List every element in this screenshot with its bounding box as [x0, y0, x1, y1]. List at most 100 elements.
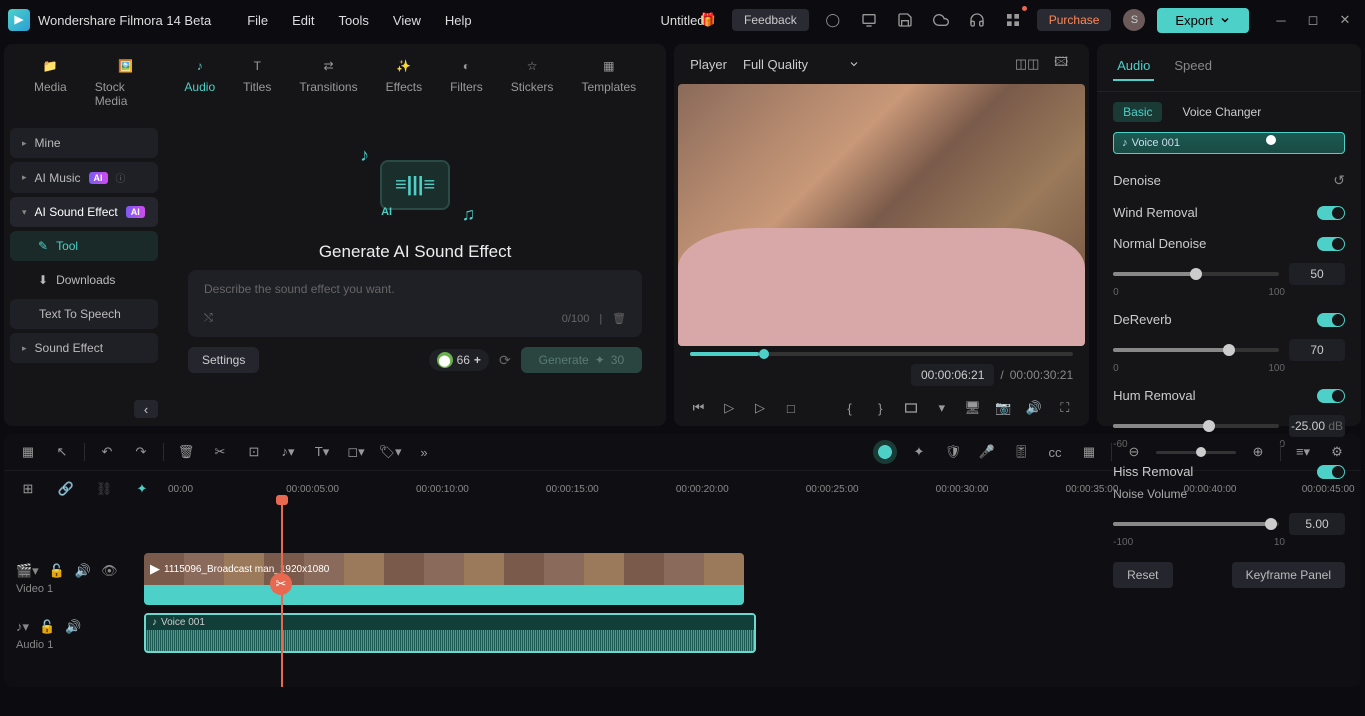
- credits-badge[interactable]: ⬤66+: [429, 349, 489, 371]
- dereverb-toggle[interactable]: [1317, 313, 1345, 327]
- audio-lock-icon[interactable]: 🔓: [39, 619, 55, 635]
- dereverb-slider[interactable]: [1113, 348, 1279, 352]
- hum-removal-value[interactable]: -25.00 dB: [1289, 415, 1345, 437]
- headphones-icon[interactable]: [965, 8, 989, 32]
- mark-out-icon[interactable]: }: [872, 396, 889, 420]
- shuffle-icon[interactable]: ⤭: [204, 312, 213, 325]
- menu-view[interactable]: View: [393, 13, 421, 28]
- monitor-icon[interactable]: [857, 8, 881, 32]
- zoom-slider[interactable]: [1156, 451, 1236, 454]
- tab-titles[interactable]: TTitles: [233, 52, 281, 112]
- fullscreen-icon[interactable]: ⛶: [1056, 396, 1073, 420]
- crop-icon[interactable]: ⊡: [242, 440, 266, 464]
- collapse-sidebar-button[interactable]: ‹: [134, 400, 158, 418]
- tag-icon[interactable]: 🏷▾: [378, 440, 402, 464]
- sidebar-mine[interactable]: ▸Mine: [10, 128, 158, 158]
- timeline-ruler[interactable]: 00:00 00:00:05:00 00:00:10:00 00:00:15:0…: [168, 478, 1349, 500]
- progress-bar[interactable]: [690, 352, 1073, 356]
- next-frame-icon[interactable]: ▷: [752, 396, 769, 420]
- volume-icon[interactable]: 🔊: [1026, 396, 1043, 420]
- user-avatar[interactable]: S: [1123, 9, 1145, 31]
- magnet-icon[interactable]: ▦: [16, 440, 40, 464]
- sidebar-sound-effect[interactable]: ▸Sound Effect: [10, 333, 158, 363]
- sidebar-tts[interactable]: Text To Speech: [10, 299, 158, 329]
- record-icon[interactable]: ◯: [821, 8, 845, 32]
- video-clip[interactable]: ▶1115096_Broadcast man_1920x1080: [144, 553, 744, 605]
- export-button[interactable]: Export: [1157, 8, 1249, 33]
- tab-filters[interactable]: ◐Filters: [440, 52, 493, 112]
- chevron-down-icon[interactable]: ▾: [933, 396, 950, 420]
- music-note-icon[interactable]: ♪▾: [276, 440, 300, 464]
- refresh-icon[interactable]: ⟳: [499, 352, 511, 369]
- visibility-icon[interactable]: 👁: [101, 563, 118, 579]
- sidebar-ai-sound-effect[interactable]: ▾AI Sound EffectAI: [10, 197, 158, 227]
- minimize-icon[interactable]: ─: [1269, 8, 1293, 32]
- menu-edit[interactable]: Edit: [292, 13, 314, 28]
- generate-button[interactable]: Generate ✦ 30: [521, 347, 642, 373]
- tab-transitions[interactable]: ⇄Transitions: [289, 52, 367, 112]
- mic-icon[interactable]: 🎤: [975, 440, 999, 464]
- normal-denoise-toggle[interactable]: [1317, 237, 1345, 251]
- close-icon[interactable]: ✕: [1333, 8, 1357, 32]
- text-icon[interactable]: T▾: [310, 440, 334, 464]
- mixer-icon[interactable]: 🎚: [1009, 440, 1033, 464]
- ratio-icon[interactable]: [903, 396, 920, 420]
- tab-stock[interactable]: 🖼️Stock Media: [85, 52, 167, 112]
- settings-button[interactable]: Settings: [188, 347, 259, 373]
- add-track-icon[interactable]: ⊞: [16, 477, 40, 501]
- menu-file[interactable]: File: [247, 13, 268, 28]
- zoom-in-icon[interactable]: ⊕: [1246, 440, 1270, 464]
- display-icon[interactable]: 🖥: [964, 396, 981, 420]
- quality-selector[interactable]: Full Quality: [743, 57, 860, 72]
- settings-icon[interactable]: ⚙: [1325, 440, 1349, 464]
- subtab-voice-changer[interactable]: Voice Changer: [1172, 102, 1271, 122]
- render-icon[interactable]: ▦: [1077, 440, 1101, 464]
- more-icon[interactable]: »: [412, 440, 436, 464]
- unlink-icon[interactable]: ⛓: [92, 477, 116, 501]
- prev-frame-icon[interactable]: ⏮: [690, 396, 707, 420]
- cloud-icon[interactable]: [929, 8, 953, 32]
- hum-removal-toggle[interactable]: [1317, 389, 1345, 403]
- prop-tab-speed[interactable]: Speed: [1170, 52, 1216, 81]
- sidebar-tool[interactable]: ✎Tool: [10, 231, 158, 261]
- denoise-reset-icon[interactable]: ↺: [1333, 172, 1345, 189]
- subtitle-icon[interactable]: cc: [1043, 440, 1067, 464]
- wind-removal-toggle[interactable]: [1317, 206, 1345, 220]
- lock-icon[interactable]: 🔓: [49, 563, 65, 579]
- sidebar-downloads[interactable]: ⬇Downloads: [10, 265, 158, 295]
- apps-icon[interactable]: [1001, 8, 1025, 32]
- delete-icon[interactable]: 🗑: [174, 440, 198, 464]
- tab-media[interactable]: 📁Media: [24, 52, 77, 112]
- compare-icon[interactable]: ◫◫: [1015, 52, 1039, 76]
- marker-icon[interactable]: ✦: [130, 477, 154, 501]
- frame-icon[interactable]: ◻▾: [344, 440, 368, 464]
- audio-clip[interactable]: ♪Voice 001: [144, 613, 756, 653]
- split-icon[interactable]: ✂: [208, 440, 232, 464]
- ai-assistant-icon[interactable]: [873, 440, 897, 464]
- mute-icon[interactable]: 🔊: [75, 563, 91, 579]
- normal-denoise-slider[interactable]: [1113, 272, 1279, 276]
- tab-templates[interactable]: ▦Templates: [571, 52, 646, 112]
- prompt-input-box[interactable]: Describe the sound effect you want. ⤭ 0/…: [188, 270, 642, 337]
- picture-icon[interactable]: 🖾: [1049, 52, 1073, 76]
- sidebar-ai-music[interactable]: ▸AI MusicAIⓘ: [10, 162, 158, 193]
- sparkle-icon[interactable]: ✦: [907, 440, 931, 464]
- video-preview[interactable]: [678, 84, 1085, 346]
- menu-help[interactable]: Help: [445, 13, 472, 28]
- hum-removal-slider[interactable]: [1113, 424, 1279, 428]
- subtab-basic[interactable]: Basic: [1113, 102, 1162, 122]
- dereverb-value[interactable]: 70: [1289, 339, 1345, 361]
- menu-tools[interactable]: Tools: [339, 13, 369, 28]
- mark-in-icon[interactable]: {: [841, 396, 858, 420]
- play-icon[interactable]: ▷: [721, 396, 738, 420]
- tab-audio[interactable]: ♪Audio: [174, 52, 225, 112]
- link-icon[interactable]: 🔗: [54, 477, 78, 501]
- trash-icon[interactable]: 🗑: [612, 312, 626, 325]
- tab-stickers[interactable]: ☆Stickers: [501, 52, 564, 112]
- zoom-out-icon[interactable]: ⊖: [1122, 440, 1146, 464]
- redo-icon[interactable]: ↷: [129, 440, 153, 464]
- stop-icon[interactable]: □: [782, 396, 799, 420]
- playhead[interactable]: [281, 503, 283, 687]
- tab-effects[interactable]: ✨Effects: [376, 52, 432, 112]
- cut-indicator-icon[interactable]: ✂: [270, 573, 292, 595]
